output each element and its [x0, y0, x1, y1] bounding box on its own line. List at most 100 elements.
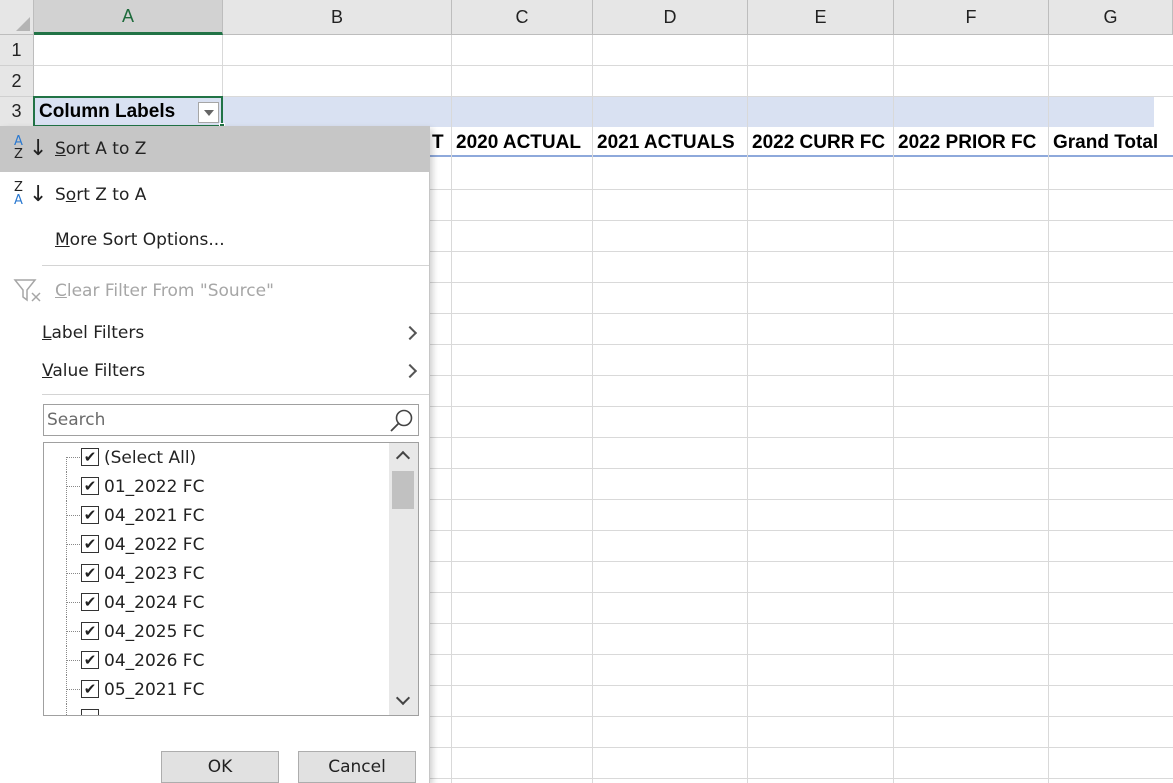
scroll-up-arrow-icon[interactable] — [395, 450, 411, 466]
clear-filter-icon — [13, 279, 41, 302]
tree-connector — [66, 457, 67, 472]
tree-connector — [66, 515, 82, 516]
menu-sort-a-to-z-label: Sort A to Z — [55, 139, 147, 159]
checkbox[interactable]: ✔ — [81, 680, 99, 698]
pivot-header-2020-actual[interactable]: 2020 ACTUAL — [456, 128, 581, 158]
column-header-c[interactable]: C — [452, 0, 593, 35]
tree-connector — [66, 457, 82, 458]
tree-connector — [66, 486, 82, 487]
ok-button[interactable]: OK — [161, 751, 279, 783]
checkbox[interactable]: ✔ — [81, 535, 99, 553]
menu-value-filters[interactable]: Value Filters — [0, 353, 429, 389]
gridline — [451, 35, 452, 783]
down-arrow-icon: ↓ — [29, 182, 48, 207]
tree-connector — [66, 602, 82, 603]
search-placeholder: Search — [47, 410, 106, 430]
menu-label-filters[interactable]: Label Filters — [0, 315, 429, 351]
dropdown-arrow-icon — [203, 109, 214, 116]
menu-sort-a-to-z[interactable]: A Z ↓ Sort A to Z — [0, 126, 429, 172]
list-item[interactable]: ✔ 04_2026 FC — [44, 646, 384, 675]
filter-dropdown-button[interactable] — [198, 102, 219, 123]
checkbox — [81, 709, 99, 715]
tree-connector — [66, 573, 82, 574]
gridline — [592, 35, 593, 783]
list-item-label: 04_2022 FC — [104, 534, 205, 555]
menu-value-filters-label: Value Filters — [42, 361, 146, 381]
tree-connector — [66, 631, 82, 632]
filter-search-input[interactable]: Search — [43, 404, 419, 436]
column-header-a[interactable]: A — [34, 0, 223, 35]
pivot-header-2022-curr-fc[interactable]: 2022 CURR FC — [752, 128, 885, 158]
checkbox[interactable]: ✔ — [81, 448, 99, 466]
row-header-1[interactable]: 1 — [0, 35, 34, 66]
scroll-down-arrow-icon[interactable] — [395, 690, 411, 706]
tree-connector — [66, 704, 67, 715]
list-item-label: 04_2021 FC — [104, 505, 205, 526]
menu-more-sort-options[interactable]: More Sort Options... — [0, 218, 429, 262]
chevron-right-icon — [402, 325, 418, 341]
active-cell-a3[interactable]: Column Labels — [33, 96, 223, 127]
pivot-header-2021-actuals[interactable]: 2021 ACTUALS — [597, 128, 735, 158]
row-header-2[interactable]: 2 — [0, 66, 34, 97]
pivot-header-b-partial[interactable]: T — [432, 128, 444, 158]
checkbox[interactable]: ✔ — [81, 593, 99, 611]
list-scrollbar[interactable] — [389, 443, 418, 715]
gridline — [1048, 35, 1049, 783]
sort-icon-letter-bottom: Z — [14, 147, 23, 162]
list-item[interactable]: ✔ 04_2024 FC — [44, 588, 384, 617]
checkbox[interactable]: ✔ — [81, 622, 99, 640]
menu-sort-z-to-a[interactable]: Z A ↓ Sort Z to A — [0, 172, 429, 218]
checkbox[interactable]: ✔ — [81, 506, 99, 524]
list-item-label: 04_2024 FC — [104, 592, 205, 613]
list-item-label: 04_2026 FC — [104, 650, 205, 671]
tree-connector — [66, 544, 82, 545]
list-item-label: 05_2021 FC — [104, 679, 205, 700]
sort-descending-icon: Z A ↓ — [12, 180, 48, 210]
row-header-3[interactable]: 3 — [0, 97, 34, 127]
list-item[interactable]: ✔ 05_2021 FC — [44, 675, 384, 704]
filter-items-list[interactable]: ✔ (Select All) ✔ 01_2022 FC ✔ 04_2021 FC… — [43, 442, 419, 716]
menu-separator — [42, 265, 429, 266]
gridline — [747, 35, 748, 783]
menu-clear-filter: Clear Filter From "Source" — [0, 269, 429, 313]
list-item[interactable]: ✔ 04_2025 FC — [44, 617, 384, 646]
list-item[interactable]: ✔ 01_2022 FC — [44, 472, 384, 501]
pivot-filter-menu: A Z ↓ Sort A to Z Z A ↓ Sort Z to A More… — [0, 126, 430, 783]
pivot-header-2022-prior-fc[interactable]: 2022 PRIOR FC — [898, 128, 1036, 158]
down-arrow-icon: ↓ — [29, 136, 48, 161]
column-header-e[interactable]: E — [748, 0, 894, 35]
sort-icon-letter-bottom: A — [14, 193, 23, 208]
list-item-label: 01_2022 FC — [104, 476, 205, 497]
menu-more-sort-options-label: More Sort Options... — [55, 230, 225, 250]
menu-label-filters-label: Label Filters — [42, 323, 145, 343]
select-all-triangle-icon — [16, 17, 30, 31]
sort-ascending-icon: A Z ↓ — [12, 134, 48, 164]
gridline — [893, 35, 894, 783]
menu-clear-filter-label: Clear Filter From "Source" — [55, 281, 274, 301]
scrollbar-thumb[interactable] — [392, 471, 414, 509]
search-icon — [390, 409, 413, 432]
list-item[interactable]: ✔ 04_2023 FC — [44, 559, 384, 588]
list-item-label: 04_2023 FC — [104, 563, 205, 584]
column-header-f[interactable]: F — [894, 0, 1049, 35]
column-header-d[interactable]: D — [593, 0, 748, 35]
menu-separator — [42, 394, 429, 395]
list-item-partial — [44, 704, 384, 715]
column-labels-text: Column Labels — [39, 100, 176, 122]
list-item[interactable]: ✔ 04_2022 FC — [44, 530, 384, 559]
tree-connector — [66, 689, 82, 690]
checkbox[interactable]: ✔ — [81, 564, 99, 582]
column-header-b[interactable]: B — [223, 0, 452, 35]
checkbox[interactable]: ✔ — [81, 651, 99, 669]
list-item[interactable]: ✔ (Select All) — [44, 443, 384, 472]
pivot-header-grand-total[interactable]: Grand Total — [1053, 128, 1158, 158]
column-header-g[interactable]: G — [1049, 0, 1173, 35]
list-item[interactable]: ✔ 04_2021 FC — [44, 501, 384, 530]
cancel-button[interactable]: Cancel — [298, 751, 416, 783]
select-all-corner[interactable] — [0, 0, 34, 35]
tree-connector — [66, 660, 82, 661]
gridline — [34, 65, 1173, 66]
list-item-label: (Select All) — [104, 447, 197, 468]
checkbox[interactable]: ✔ — [81, 477, 99, 495]
list-item-label: 04_2025 FC — [104, 621, 205, 642]
